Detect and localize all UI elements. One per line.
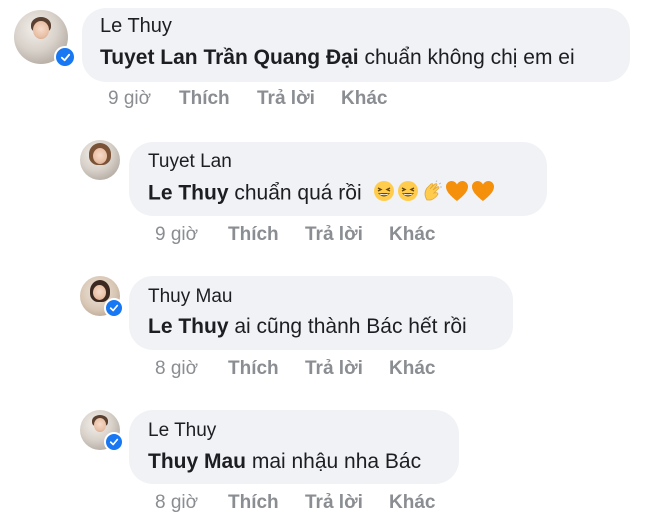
mention-link[interactable]: Tuyet Lan Trần Quang Đại bbox=[100, 46, 359, 69]
comment-author[interactable]: Tuyet Lan bbox=[148, 151, 232, 173]
comment-text: Le Thuy ai cũng thành Bác hết rồi bbox=[148, 315, 467, 339]
comment-text: Thuy Mau mai nhậu nha Bác bbox=[148, 450, 421, 474]
comment-author[interactable]: Le Thuy bbox=[100, 15, 172, 38]
mention-link[interactable]: Le Thuy bbox=[148, 182, 229, 205]
comment-author[interactable]: Le Thuy bbox=[148, 420, 216, 442]
comment-body: chuẩn không chị em ei bbox=[358, 46, 575, 69]
like-button[interactable]: Thích bbox=[228, 224, 279, 246]
comment-author[interactable]: Thuy Mau bbox=[148, 286, 232, 308]
more-button[interactable]: Khác bbox=[341, 88, 387, 110]
orange-heart-icon bbox=[445, 180, 469, 208]
verified-badge-icon bbox=[54, 46, 76, 68]
reply-button[interactable]: Trả lời bbox=[305, 492, 363, 514]
comment-text: Le Thuy chuẩn quá rồi bbox=[148, 180, 495, 208]
grinning-squint-face-icon bbox=[373, 180, 395, 208]
like-button[interactable]: Thích bbox=[228, 358, 279, 380]
comment-body: ai cũng thành Bác hết rồi bbox=[228, 315, 467, 338]
comment-body: chuẩn quá rồi bbox=[228, 181, 362, 205]
timestamp[interactable]: 8 giờ bbox=[155, 358, 198, 380]
timestamp[interactable]: 9 giờ bbox=[108, 88, 151, 110]
verified-badge-icon bbox=[104, 432, 124, 452]
comment-text: Tuyet Lan Trần Quang Đại chuẩn không chị… bbox=[100, 46, 575, 70]
orange-heart-icon bbox=[471, 180, 495, 208]
avatar[interactable] bbox=[80, 140, 120, 180]
verified-badge-icon bbox=[104, 298, 124, 318]
reply-button[interactable]: Trả lời bbox=[257, 88, 315, 110]
more-button[interactable]: Khác bbox=[389, 224, 435, 246]
like-button[interactable]: Thích bbox=[179, 88, 230, 110]
like-button[interactable]: Thích bbox=[228, 492, 279, 514]
more-button[interactable]: Khác bbox=[389, 492, 435, 514]
timestamp[interactable]: 8 giờ bbox=[155, 492, 198, 514]
mention-link[interactable]: Le Thuy bbox=[148, 315, 229, 338]
mention-link[interactable]: Thuy Mau bbox=[148, 450, 246, 473]
clapping-hands-icon bbox=[421, 180, 443, 208]
comment-body: mai nhậu nha Bác bbox=[246, 450, 422, 473]
grinning-squint-face-icon bbox=[397, 180, 419, 208]
reply-button[interactable]: Trả lời bbox=[305, 224, 363, 246]
more-button[interactable]: Khác bbox=[389, 358, 435, 380]
timestamp[interactable]: 9 giờ bbox=[155, 224, 198, 246]
reply-button[interactable]: Trả lời bbox=[305, 358, 363, 380]
